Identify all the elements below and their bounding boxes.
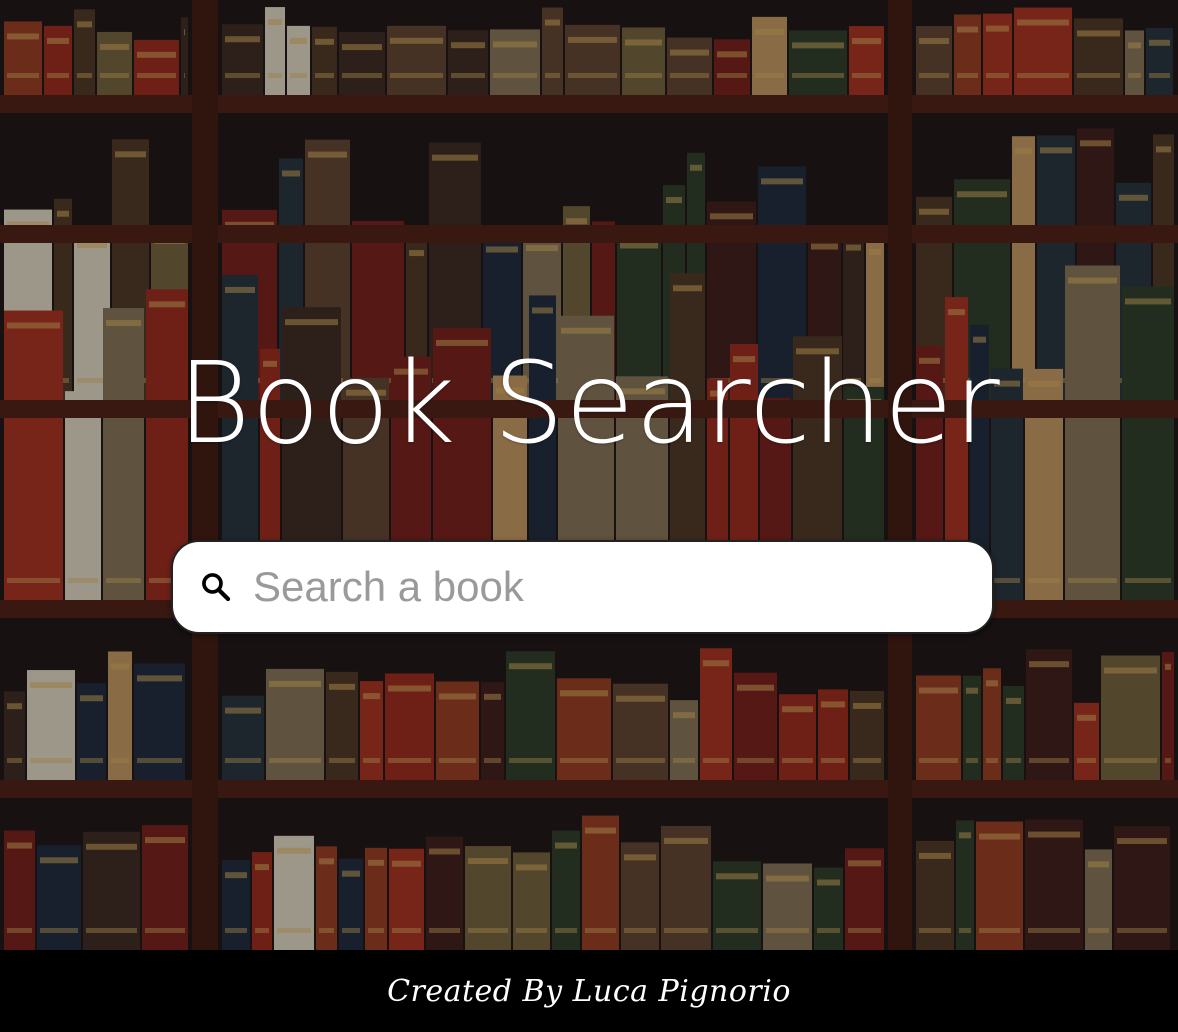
search-icon bbox=[202, 573, 231, 602]
search-input[interactable] bbox=[253, 557, 968, 617]
hero-section: Book Searcher bbox=[0, 0, 1178, 950]
page-title: Book Searcher bbox=[177, 339, 1001, 469]
footer: Created By Luca Pignorio bbox=[0, 950, 1178, 1032]
background-overlay bbox=[0, 0, 1178, 950]
search-bar[interactable] bbox=[171, 540, 994, 634]
author-credit: Created By Luca Pignorio bbox=[387, 973, 791, 1009]
